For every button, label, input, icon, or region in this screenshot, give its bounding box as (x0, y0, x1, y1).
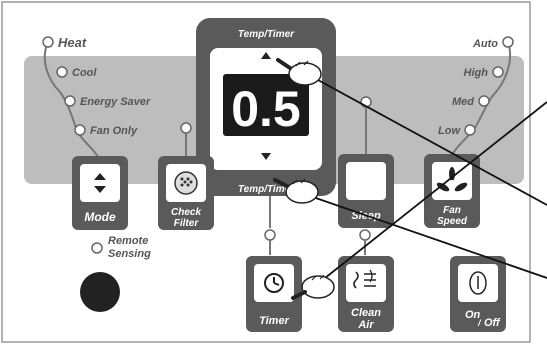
mode-label-cool: Cool (72, 67, 97, 79)
led-auto (502, 36, 514, 48)
mode-label-energy-saver: Energy Saver (80, 96, 151, 108)
sleep-button[interactable]: Sleep (338, 154, 394, 228)
check-filter-button[interactable]: Check Filter (158, 156, 214, 230)
led-fan-only (74, 124, 86, 136)
led-high (492, 66, 504, 78)
timer-button-label: Timer (259, 315, 289, 327)
clean-air-label-2: Air (357, 319, 374, 331)
led-remote-sensing (91, 242, 103, 254)
led-med (478, 95, 490, 107)
fan-speed-label-1: Fan (443, 205, 461, 216)
mode-button[interactable]: Mode (72, 156, 128, 230)
fan-speed-button[interactable]: Fan Speed (424, 154, 480, 228)
led-low (464, 124, 476, 136)
led-check-filter (180, 122, 192, 134)
remote-sensing-label-1: Remote (108, 235, 148, 247)
led-timer (264, 229, 276, 241)
mode-label-fan-only: Fan Only (90, 125, 138, 137)
mode-button-label: Mode (84, 210, 116, 224)
led-clean-air (359, 229, 371, 241)
control-panel-diagram: Heat Cool Energy Saver Fan Only Auto Hig… (0, 0, 547, 345)
mode-label-heat: Heat (58, 35, 87, 50)
check-filter-label-1: Check (171, 207, 201, 218)
off-label: Off (484, 317, 501, 329)
control-panel-svg: Heat Cool Energy Saver Fan Only Auto Hig… (1, 1, 547, 343)
fan-label-auto: Auto (472, 38, 498, 50)
fan-speed-label-2: Speed (437, 216, 468, 227)
fan-label-high: High (464, 67, 489, 79)
timer-button[interactable]: Timer (246, 256, 302, 332)
check-filter-label-2: Filter (174, 218, 200, 229)
clean-air-label-1: Clean (351, 307, 381, 319)
remote-sensing-label-2: Sensing (108, 248, 151, 260)
led-cool (56, 66, 68, 78)
led-energy-saver (64, 95, 76, 107)
temp-timer-label-top: Temp/Timer (238, 29, 295, 40)
fan-label-med: Med (452, 96, 474, 108)
on-off-button[interactable]: On / Off (450, 256, 506, 332)
led-heat (42, 36, 54, 48)
fan-label-low: Low (438, 125, 461, 137)
display-digits: 0.5 (231, 81, 301, 137)
clean-air-button[interactable]: Clean Air (338, 256, 394, 332)
remote-sensor (80, 272, 120, 312)
